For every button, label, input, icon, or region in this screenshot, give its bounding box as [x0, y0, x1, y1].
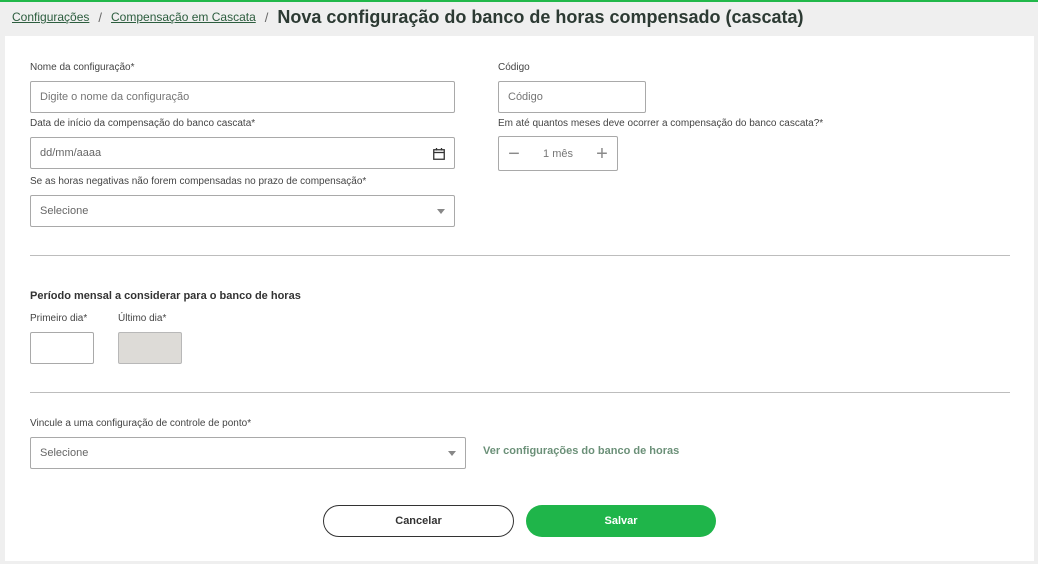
first-day-input[interactable]	[30, 332, 94, 364]
form-card: Nome da configuração* Código Data de iní…	[5, 36, 1034, 561]
start-date-placeholder: dd/mm/aaaa	[40, 147, 102, 159]
save-button[interactable]: Salvar	[526, 505, 716, 537]
last-day-label: Último dia*	[118, 313, 167, 324]
months-label: Em até quantos meses deve ocorrer a comp…	[498, 118, 824, 129]
period-section-title: Período mensal a considerar para o banco…	[30, 290, 301, 302]
link-config-select[interactable]: Selecione	[30, 437, 466, 469]
increment-button[interactable]: +	[587, 137, 617, 170]
chevron-down-icon	[437, 209, 445, 214]
negative-hours-label: Se as horas negativas não forem compensa…	[30, 176, 367, 187]
start-date-input[interactable]: dd/mm/aaaa	[30, 137, 455, 169]
page-title: Nova configuração do banco de horas comp…	[277, 6, 804, 27]
chevron-down-icon	[448, 451, 456, 456]
calendar-icon[interactable]	[433, 148, 445, 160]
config-name-input[interactable]	[30, 81, 455, 113]
first-day-label: Primeiro dia*	[30, 313, 88, 324]
breadcrumb-link-configuracoes[interactable]: Configurações	[12, 10, 89, 24]
top-accent-bar	[0, 0, 1038, 2]
breadcrumb-separator: /	[264, 9, 269, 25]
breadcrumb-link-compensacao-cascata[interactable]: Compensação em Cascata	[111, 10, 256, 24]
negative-hours-select[interactable]: Selecione	[30, 195, 455, 227]
link-config-selected: Selecione	[40, 447, 89, 459]
link-config-label: Vincule a uma configuração de controle d…	[30, 418, 252, 429]
view-hour-bank-configs-link[interactable]: Ver configurações do banco de horas	[483, 445, 679, 457]
config-name-label: Nome da configuração*	[30, 62, 135, 73]
months-stepper: − 1 mês +	[498, 136, 618, 171]
code-label: Código	[498, 62, 530, 73]
code-input[interactable]	[498, 81, 646, 113]
cancel-button[interactable]: Cancelar	[323, 505, 514, 537]
months-value: 1 mês	[543, 147, 573, 160]
start-date-label: Data de início da compensação do banco c…	[30, 118, 256, 129]
decrement-button[interactable]: −	[499, 137, 529, 170]
breadcrumb: Configurações / Compensação em Cascata /…	[12, 6, 804, 28]
section-divider	[30, 255, 1010, 256]
last-day-input	[118, 332, 182, 364]
negative-hours-selected: Selecione	[40, 205, 89, 217]
breadcrumb-separator: /	[98, 9, 103, 25]
section-divider	[30, 392, 1010, 393]
